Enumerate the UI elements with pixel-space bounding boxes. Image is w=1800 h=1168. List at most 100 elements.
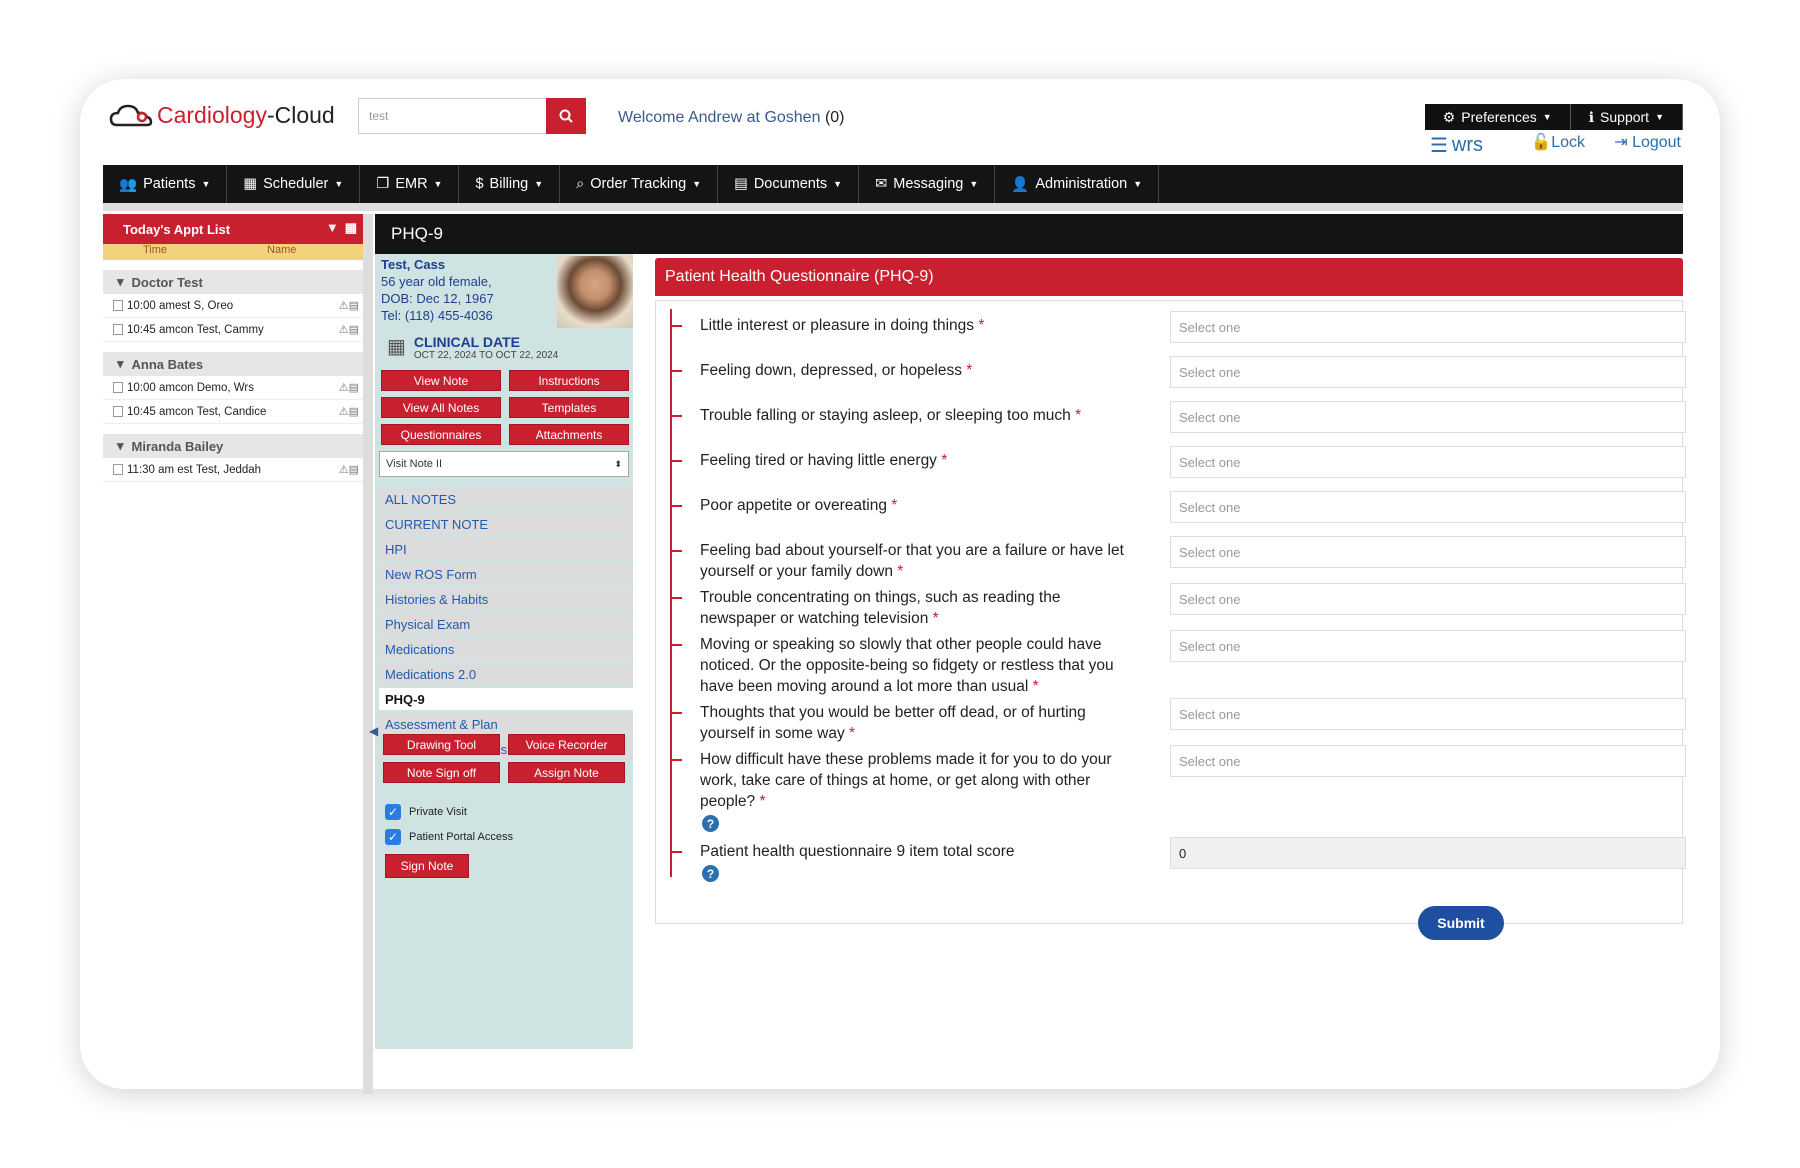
lock-link[interactable]: 🔓Lock bbox=[1531, 132, 1585, 152]
help-icon[interactable]: ? bbox=[702, 865, 719, 882]
required-marker: * bbox=[932, 610, 939, 627]
view-all-notes-button[interactable]: View All Notes bbox=[381, 397, 501, 418]
col-name[interactable]: Name bbox=[267, 244, 296, 260]
checkbox[interactable] bbox=[113, 300, 123, 311]
checkbox[interactable] bbox=[113, 382, 123, 393]
nav-label: Administration bbox=[1035, 176, 1128, 192]
note-sign-off-button[interactable]: Note Sign off bbox=[383, 762, 500, 783]
brand-part2: -Cloud bbox=[266, 102, 335, 128]
checkbox[interactable] bbox=[113, 406, 123, 417]
patient-portal-checkbox[interactable]: ✓ Patient Portal Access bbox=[385, 829, 513, 845]
answer-select[interactable]: Select one bbox=[1170, 401, 1686, 433]
section-physical-exam[interactable]: Physical Exam bbox=[379, 613, 633, 635]
section-assessment-plan[interactable]: Assessment & Plan bbox=[379, 713, 633, 735]
question-text: Feeling bad about yourself-or that you a… bbox=[700, 542, 1124, 580]
form-title: Patient Health Questionnaire (PHQ-9) bbox=[655, 258, 1683, 296]
questionnaires-button[interactable]: Questionnaires bbox=[381, 424, 501, 445]
nav-order-tracking[interactable]: ⌕ Order Tracking ▼ bbox=[560, 165, 719, 203]
section-hpi[interactable]: HPI bbox=[379, 538, 633, 560]
submit-button[interactable]: Submit bbox=[1418, 906, 1504, 940]
tree-tick bbox=[670, 325, 682, 327]
appt-row[interactable]: 10:00 amest S, Oreo ⚠▤ bbox=[103, 294, 365, 318]
chevron-down-icon: ▼ bbox=[692, 179, 702, 189]
answer-select[interactable]: Select one bbox=[1170, 446, 1686, 478]
answer-select[interactable]: Select one bbox=[1170, 536, 1686, 568]
question-label: Feeling down, depressed, or hopeless * bbox=[700, 360, 1140, 381]
nav-documents[interactable]: ▤ Documents ▼ bbox=[718, 165, 860, 203]
welcome-count[interactable]: (0) bbox=[825, 109, 845, 126]
collapse-arrow-icon[interactable]: ◀ bbox=[369, 724, 378, 738]
search-input[interactable] bbox=[358, 98, 546, 134]
nav-billing[interactable]: $ Billing ▼ bbox=[459, 165, 561, 203]
section-current-note[interactable]: CURRENT NOTE bbox=[379, 513, 633, 535]
appt-row[interactable]: 11:30 am est Test, Jeddah ⚠▤ bbox=[103, 458, 365, 482]
answer-select[interactable]: Select one bbox=[1170, 698, 1686, 730]
support-button[interactable]: ℹ Support ▼ bbox=[1570, 104, 1683, 130]
nav-label: Patients bbox=[143, 176, 196, 192]
patient-dob: DOB: Dec 12, 1967 bbox=[381, 291, 494, 306]
section-all-notes[interactable]: ALL NOTES bbox=[379, 488, 633, 510]
appt-row[interactable]: 10:45 amcon Test, Cammy ⚠▤ bbox=[103, 318, 365, 342]
preferences-button[interactable]: ⚙ Preferences ▼ bbox=[1424, 104, 1571, 130]
visit-note-select[interactable]: Visit Note II ⬍ bbox=[379, 451, 629, 477]
answer-select[interactable]: Select one bbox=[1170, 491, 1686, 523]
help-icon[interactable]: ? bbox=[702, 815, 719, 832]
row-icons[interactable]: ⚠▤ bbox=[339, 405, 359, 418]
chevron-down-icon: ▼ bbox=[833, 179, 843, 189]
voice-recorder-button[interactable]: Voice Recorder bbox=[508, 734, 625, 755]
total-score-field[interactable]: 0 bbox=[1170, 837, 1686, 869]
filter-icon[interactable]: ▼ bbox=[326, 220, 339, 236]
attachments-button[interactable]: Attachments bbox=[509, 424, 629, 445]
section-histories-habits[interactable]: Histories & Habits bbox=[379, 588, 633, 610]
section-phq9[interactable]: PHQ-9 bbox=[379, 688, 633, 710]
cloud-icon bbox=[109, 104, 153, 126]
doctor-header[interactable]: ▾ Miranda Bailey bbox=[103, 434, 365, 458]
sign-note-button[interactable]: Sign Note bbox=[385, 854, 469, 878]
answer-select[interactable]: Select one bbox=[1170, 356, 1686, 388]
preferences-label: Preferences bbox=[1461, 109, 1537, 125]
section-medications[interactable]: Medications bbox=[379, 638, 633, 660]
left-panel-scrollbar[interactable] bbox=[363, 214, 373, 1094]
calendar-icon[interactable]: ▦ bbox=[345, 220, 357, 236]
row-icons[interactable]: ⚠▤ bbox=[339, 463, 359, 476]
col-time[interactable]: Time bbox=[143, 244, 167, 260]
wrs-link[interactable]: ☰ wrs bbox=[1430, 133, 1483, 158]
drawing-tool-button[interactable]: Drawing Tool bbox=[383, 734, 500, 755]
answer-select[interactable]: Select one bbox=[1170, 630, 1686, 662]
view-note-button[interactable]: View Note bbox=[381, 370, 501, 391]
caret-down-icon: ▾ bbox=[117, 274, 124, 289]
checkbox[interactable] bbox=[113, 324, 123, 335]
logout-link[interactable]: ⇥ Logout bbox=[1614, 132, 1681, 152]
checkbox[interactable] bbox=[113, 464, 123, 475]
question-label: Trouble falling or staying asleep, or sl… bbox=[700, 405, 1170, 426]
row-icons[interactable]: ⚠▤ bbox=[339, 381, 359, 394]
private-visit-checkbox[interactable]: ✓ Private Visit bbox=[385, 804, 467, 820]
nav-administration[interactable]: 👤 Administration ▼ bbox=[995, 165, 1160, 203]
nav-emr[interactable]: ❐ EMR ▼ bbox=[360, 165, 460, 203]
doctor-name: Miranda Bailey bbox=[131, 438, 224, 454]
row-icons[interactable]: ⚠▤ bbox=[339, 299, 359, 312]
patient-name[interactable]: Test, Cass bbox=[381, 256, 494, 273]
nav-messaging[interactable]: ✉ Messaging ▼ bbox=[859, 165, 996, 203]
nav-patients[interactable]: 👥 Patients ▼ bbox=[103, 165, 228, 203]
answer-select[interactable]: Select one bbox=[1170, 745, 1686, 777]
appt-time: 10:45 amcon bbox=[127, 323, 194, 336]
row-icons[interactable]: ⚠▤ bbox=[339, 323, 359, 336]
appt-row[interactable]: 10:45 amcon Test, Candice ⚠▤ bbox=[103, 400, 365, 424]
doctor-header[interactable]: ▾ Anna Bates bbox=[103, 352, 365, 376]
nav-label: Billing bbox=[489, 176, 529, 192]
check-icon: ✓ bbox=[385, 829, 401, 845]
clinical-date-label: CLINICAL DATE bbox=[413, 334, 520, 350]
section-medications-2[interactable]: Medications 2.0 bbox=[379, 663, 633, 685]
instructions-button[interactable]: Instructions bbox=[509, 370, 629, 391]
assign-note-button[interactable]: Assign Note bbox=[508, 762, 625, 783]
appt-row[interactable]: 10:00 amcon Demo, Wrs ⚠▤ bbox=[103, 376, 365, 400]
answer-select[interactable]: Select one bbox=[1170, 311, 1686, 343]
answer-select[interactable]: Select one bbox=[1170, 583, 1686, 615]
search-button[interactable] bbox=[546, 98, 586, 134]
nav-scheduler[interactable]: ▦ Scheduler ▼ bbox=[227, 165, 361, 203]
doctor-header[interactable]: ▾ Doctor Test bbox=[103, 270, 365, 294]
templates-button[interactable]: Templates bbox=[509, 397, 629, 418]
section-new-ros-form[interactable]: New ROS Form bbox=[379, 563, 633, 585]
brand-logo[interactable]: Cardiology -Cloud bbox=[109, 102, 335, 129]
